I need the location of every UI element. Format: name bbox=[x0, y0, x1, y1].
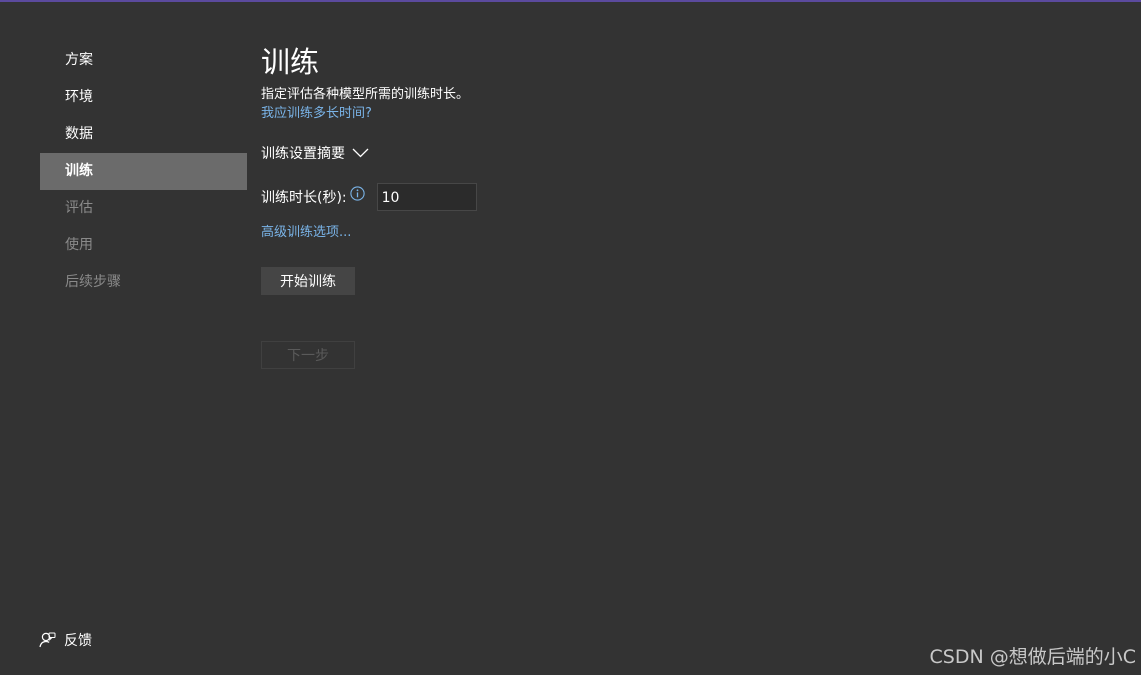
sidebar-item-data[interactable]: 数据 bbox=[40, 116, 247, 153]
feedback-button[interactable]: 反馈 bbox=[38, 630, 92, 650]
sidebar-item-next-steps: 后续步骤 bbox=[65, 274, 121, 290]
sidebar-item-scenario[interactable]: 方案 bbox=[40, 42, 247, 79]
advanced-training-options-link[interactable]: 高级训练选项... bbox=[261, 223, 351, 243]
next-step-button: 下一步 bbox=[261, 341, 355, 369]
info-icon[interactable] bbox=[349, 185, 365, 205]
training-settings-summary-toggle[interactable]: 训练设置摘要 bbox=[261, 143, 369, 163]
training-duration-row: 训练时长(秒): bbox=[261, 183, 477, 211]
summary-label: 训练设置摘要 bbox=[261, 146, 345, 162]
feedback-label: 反馈 bbox=[64, 633, 92, 649]
sidebar-nav: 方案 环境 数据 训练 评估 使用 后续步骤 bbox=[40, 42, 247, 301]
sidebar-item-evaluate: 评估 bbox=[65, 200, 93, 216]
start-training-button[interactable]: 开始训练 bbox=[261, 267, 355, 295]
watermark: CSDN @想做后端的小C bbox=[929, 646, 1136, 668]
feedback-person-icon bbox=[39, 632, 56, 648]
main-content: 训练 指定评估各种模型所需的训练时长。 我应训练多长时间? 训练设置摘要 训练时… bbox=[261, 40, 477, 369]
training-duration-help-link[interactable]: 我应训练多长时间? bbox=[261, 104, 469, 124]
chevron-down-icon bbox=[352, 148, 369, 158]
training-duration-input[interactable] bbox=[376, 183, 477, 211]
page-description: 指定评估各种模型所需的训练时长。 bbox=[261, 87, 470, 102]
sidebar-item-train[interactable]: 训练 bbox=[40, 153, 247, 190]
sidebar-item-consume: 使用 bbox=[65, 237, 93, 253]
window-accent-bar bbox=[0, 0, 1141, 2]
sidebar-item-environment[interactable]: 环境 bbox=[40, 79, 247, 116]
page-title: 训练 bbox=[261, 45, 320, 79]
training-duration-label: 训练时长(秒): bbox=[261, 190, 347, 206]
